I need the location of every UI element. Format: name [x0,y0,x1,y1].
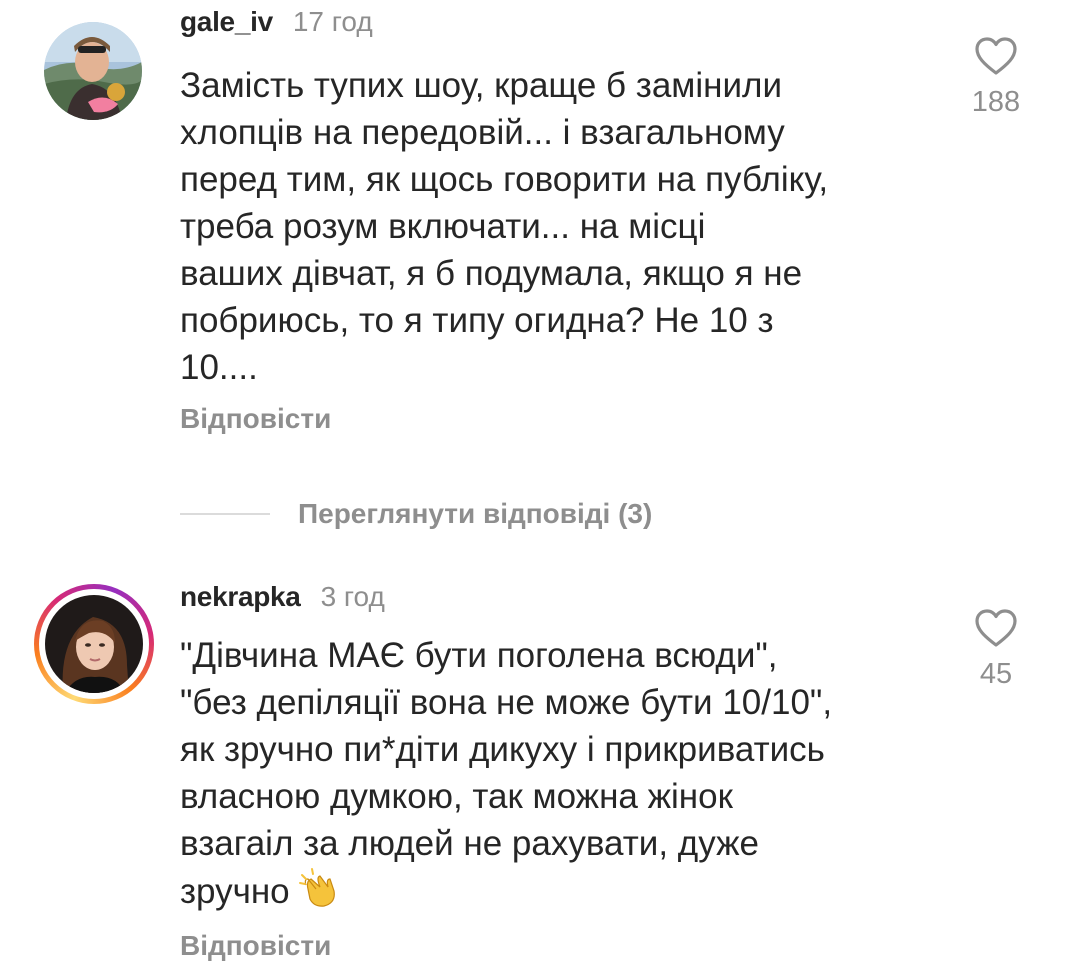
like-count: 188 [971,86,1021,118]
comment-text-content: "Дівчина МАЄ бути поголена всюди", "без … [180,636,833,911]
comment-header: nekrapka 3 год [180,581,385,613]
avatar[interactable] [44,22,142,120]
heart-icon[interactable] [974,36,1018,76]
reply-button[interactable]: Відповісти [180,930,331,962]
view-replies-label: Переглянути відповіді (3) [298,498,653,529]
clapping-hands-icon [298,867,340,921]
username[interactable]: gale_iv [180,6,273,38]
heart-icon[interactable] [974,608,1018,648]
like-control: 45 [956,608,1036,691]
comments-list: gale_iv 17 год Замість тупих шоу, краще … [0,0,1080,971]
avatar-photo-icon [44,22,142,120]
comment-header: gale_iv 17 год [180,6,373,38]
comment-text: Замість тупих шоу, краще б замінили хлоп… [180,66,829,387]
reply-button[interactable]: Відповісти [180,403,331,435]
divider-line [180,513,270,515]
timestamp: 3 год [320,581,385,612]
like-control: 188 [956,36,1036,119]
view-replies-button[interactable]: Переглянути відповіді (3) [180,498,652,530]
avatar[interactable] [45,595,143,693]
timestamp: 17 год [292,6,373,37]
like-count: 45 [979,658,1013,690]
comment-text: "Дівчина МАЄ бути поголена всюди", "без … [180,632,950,921]
avatar-photo-icon [45,595,143,693]
username[interactable]: nekrapka [180,581,301,613]
